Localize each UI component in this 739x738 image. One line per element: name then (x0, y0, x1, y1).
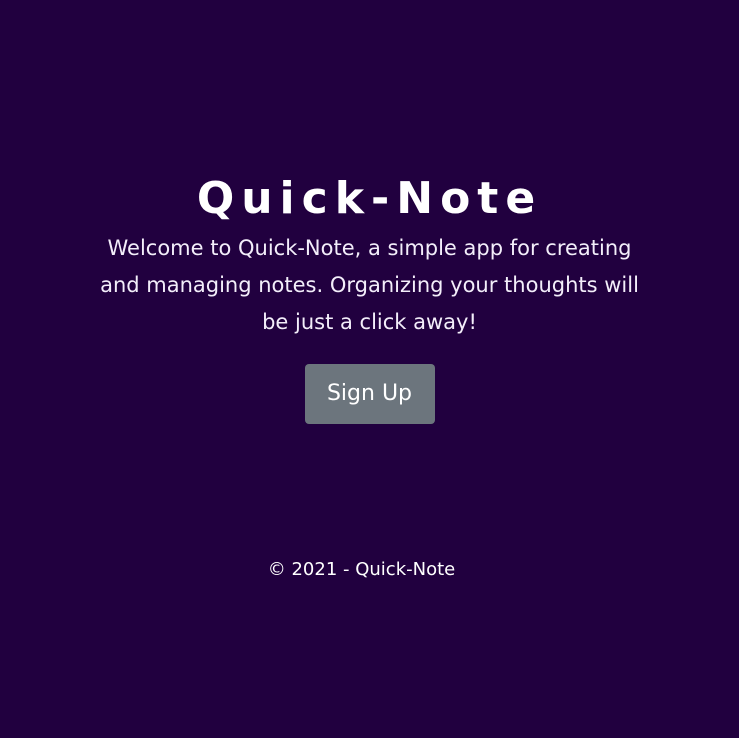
copyright-text: © 2021 - Quick-Note (267, 559, 456, 580)
welcome-tagline: Welcome to Quick-Note, a simple app for … (100, 236, 639, 334)
footer: © 2021 - Quick-Note (0, 558, 723, 582)
sign-up-button[interactable]: Sign Up (304, 364, 435, 424)
app-title: Quick-Note (196, 173, 543, 224)
hero-section: Quick-Note Welcome to Quick-Note, a simp… (0, 168, 739, 424)
